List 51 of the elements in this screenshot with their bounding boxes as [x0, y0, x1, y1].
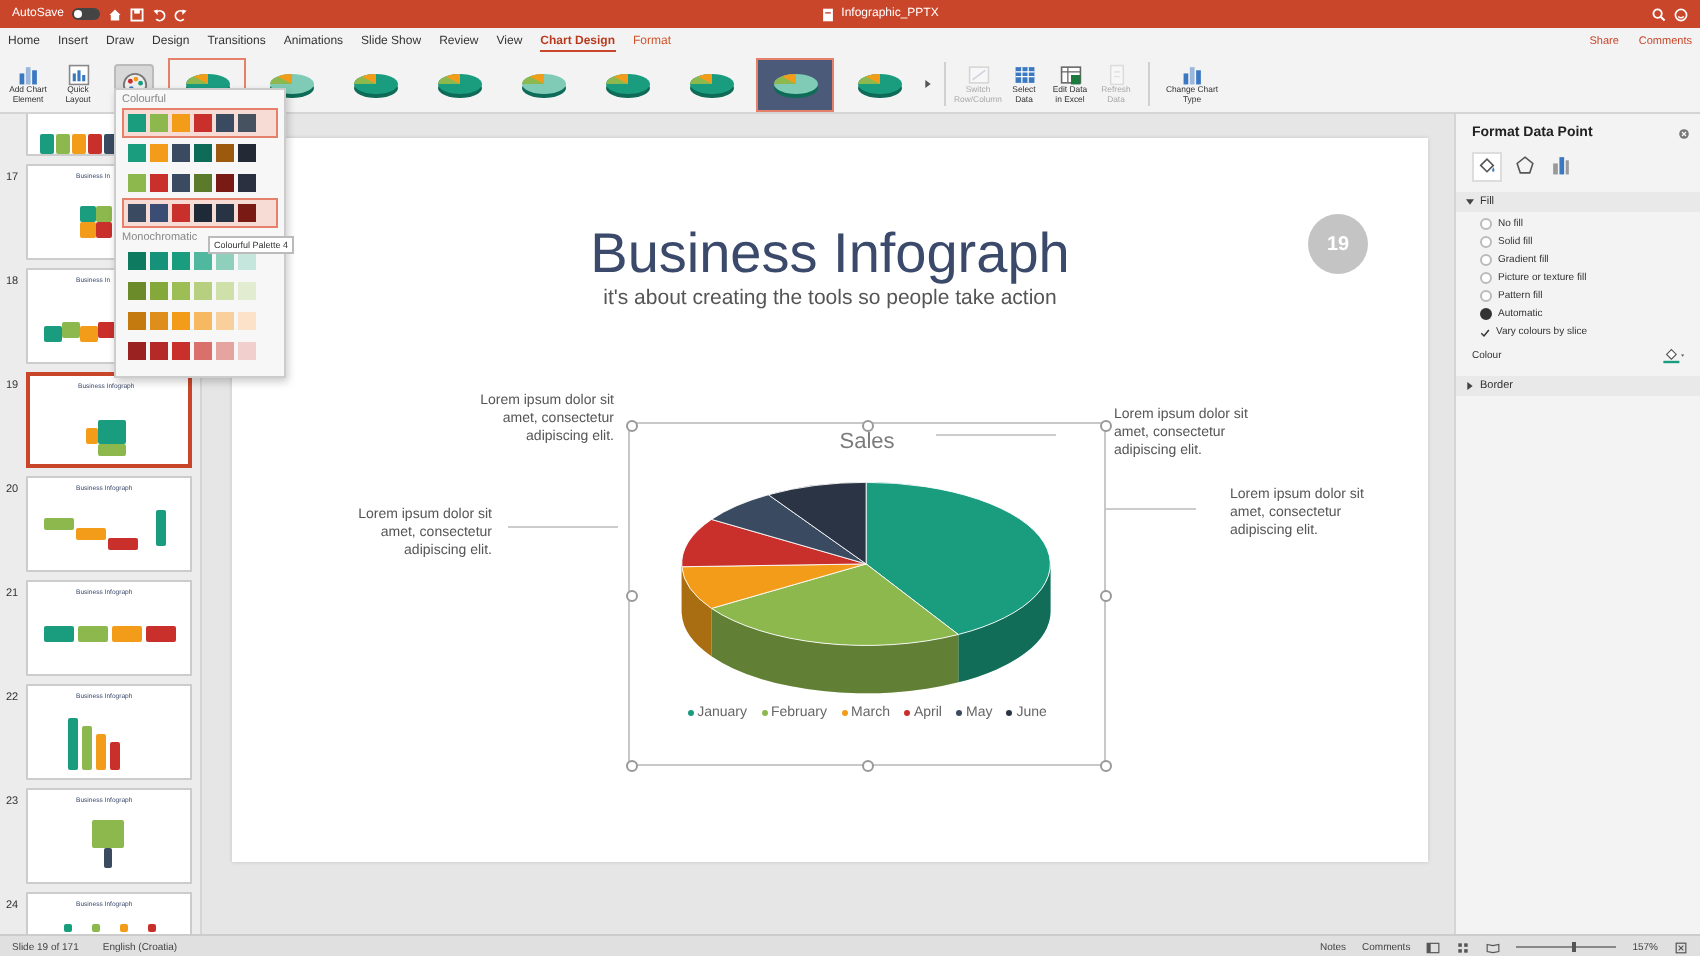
pentagon-icon[interactable] — [1512, 152, 1538, 178]
caret-icon — [1466, 198, 1474, 206]
autosave-toggle[interactable] — [72, 8, 101, 20]
resize-handle[interactable] — [862, 759, 874, 771]
search-icon[interactable] — [1651, 7, 1666, 21]
leader-line — [508, 526, 618, 528]
table-icon — [1013, 63, 1035, 86]
chart-title: Sales — [839, 430, 895, 454]
radio-button[interactable] — [1480, 272, 1492, 284]
home-icon[interactable] — [108, 7, 123, 21]
leader-line — [1106, 508, 1196, 510]
radio-button[interactable] — [1480, 236, 1492, 248]
resize-handle[interactable] — [625, 759, 637, 771]
resize-handle[interactable] — [625, 589, 637, 601]
normal-view-icon[interactable] — [1426, 941, 1441, 953]
slide-number-badge: 19 — [1308, 214, 1368, 274]
chart-style-thumbnail[interactable] — [756, 57, 834, 111]
slide-subtitle: it's about creating the tools so people take action — [603, 286, 1057, 310]
radio-button[interactable] — [1480, 218, 1492, 230]
chart-element-icon — [17, 63, 39, 86]
resize-handle[interactable] — [625, 419, 637, 431]
leader-line — [936, 434, 1056, 436]
slide-title: Business Infograph — [590, 226, 1070, 282]
resize-handle[interactable] — [1099, 589, 1111, 601]
scroll-right-icon[interactable] — [924, 78, 932, 90]
document-icon — [821, 7, 834, 21]
close-icon[interactable] — [1678, 127, 1690, 139]
save-icon[interactable] — [130, 7, 145, 21]
undo-icon[interactable] — [152, 7, 167, 21]
document-icon — [1105, 63, 1127, 86]
radio-button[interactable] — [1480, 308, 1492, 320]
layout-icon — [67, 63, 89, 86]
switch-icon — [967, 63, 989, 86]
fill-bucket-icon[interactable] — [1472, 152, 1502, 182]
bar-chart-icon — [1181, 63, 1203, 86]
radio-button[interactable] — [1480, 290, 1492, 302]
smiley-icon[interactable] — [1673, 7, 1688, 21]
fit-to-window-icon[interactable] — [1674, 941, 1688, 953]
bar-chart-icon[interactable] — [1548, 152, 1574, 178]
resize-handle[interactable] — [862, 419, 874, 431]
palette-option[interactable] — [122, 108, 278, 138]
redo-icon[interactable] — [174, 7, 189, 21]
resize-handle[interactable] — [1099, 419, 1111, 431]
resize-handle[interactable] — [1099, 759, 1111, 771]
reading-view-icon[interactable] — [1486, 941, 1501, 953]
checkbox[interactable] — [1480, 327, 1490, 337]
radio-button[interactable] — [1480, 254, 1492, 266]
grid-view-icon[interactable] — [1456, 941, 1471, 953]
spreadsheet-icon — [1059, 63, 1081, 86]
caret-icon — [1466, 382, 1474, 390]
palette-option[interactable] — [122, 198, 278, 228]
